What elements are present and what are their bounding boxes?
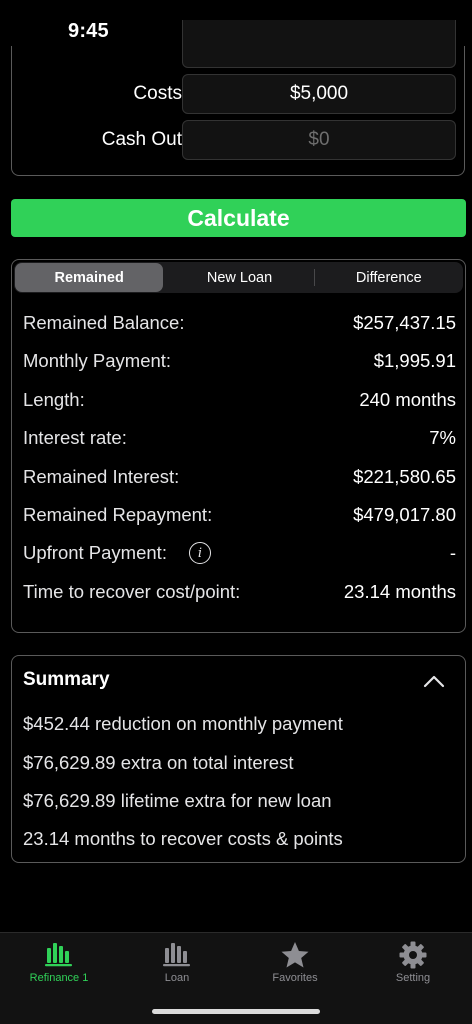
chevron-up-icon[interactable] (421, 670, 447, 692)
result-label: Remained Balance: (23, 312, 185, 333)
summary-line: 23.14 months to recover costs & points (23, 828, 343, 849)
result-label: Remained Repayment: (23, 504, 213, 525)
result-value: 240 months (359, 389, 456, 410)
cash-out-row: Cash Out (12, 120, 466, 162)
calculate-button[interactable]: Calculate (11, 199, 466, 237)
result-row: Length: 240 months (23, 385, 456, 415)
tab-label: Setting (395, 972, 431, 984)
result-value: $221,580.65 (353, 466, 456, 487)
costs-row: Costs (12, 74, 466, 116)
segment-remained[interactable]: Remained (15, 263, 164, 292)
tab-label: Loan (164, 972, 190, 984)
result-row-upfront: Upfront Payment: i - (23, 538, 456, 568)
summary-line: $452.44 reduction on monthly payment (23, 713, 343, 734)
costs-label: Costs (133, 83, 182, 104)
summary-line: $76,629.89 lifetime extra for new loan (23, 790, 332, 811)
cash-out-input[interactable] (182, 120, 456, 160)
loan-inputs-card: Costs Cash Out (11, 20, 466, 176)
segment-difference[interactable]: Difference (315, 262, 463, 293)
result-value: $257,437.15 (353, 312, 456, 333)
tab-refinance[interactable]: Refinance 1 (0, 941, 118, 991)
result-row: Monthly Payment: $1,995.91 (23, 346, 456, 376)
summary-card: Summary $452.44 reduction on monthly pay… (11, 655, 466, 863)
tab-label: Favorites (272, 972, 318, 984)
bar-chart-icon (45, 943, 72, 967)
result-label: Monthly Payment: (23, 350, 172, 371)
star-icon (281, 942, 309, 968)
result-value: 23.14 months (343, 581, 456, 602)
result-row: Interest rate: 7% (23, 423, 456, 453)
result-label: Upfront Payment: (23, 542, 167, 563)
tab-loan[interactable]: Loan (118, 941, 236, 991)
summary-title: Summary (23, 669, 110, 690)
result-row: Remained Repayment: $479,017.80 (23, 500, 456, 530)
result-value: 7% (429, 427, 456, 448)
scrolled-input-field[interactable] (182, 20, 456, 68)
bar-chart-icon (163, 943, 190, 967)
result-value: - (449, 542, 456, 563)
result-label: Length: (23, 389, 85, 410)
summary-line: $76,629.89 extra on total interest (23, 752, 294, 773)
result-label: Remained Interest: (23, 466, 180, 487)
results-segmented-control: Remained New Loan Difference (14, 262, 463, 293)
result-row: Time to recover cost/point: 23.14 months (23, 577, 456, 607)
info-icon[interactable]: i (188, 542, 211, 564)
results-card: Remained New Loan Difference Remained Ba… (11, 259, 466, 633)
tab-favorites[interactable]: Favorites (236, 941, 354, 991)
upfront-label-wrap: Upfront Payment: i (23, 542, 211, 564)
status-time: 9:45 (68, 20, 109, 42)
result-row: Remained Interest: $221,580.65 (23, 462, 456, 492)
result-value: $1,995.91 (373, 350, 456, 371)
gear-icon (399, 941, 427, 969)
result-row: Remained Balance: $257,437.15 (23, 308, 456, 338)
result-label: Time to recover cost/point: (23, 581, 241, 602)
home-indicator (152, 1009, 320, 1014)
costs-input[interactable] (182, 74, 456, 114)
result-label: Interest rate: (23, 427, 127, 448)
result-value: $479,017.80 (353, 504, 456, 525)
tab-setting[interactable]: Setting (354, 941, 472, 991)
segment-new-loan[interactable]: New Loan (165, 262, 313, 293)
tab-label: Refinance 1 (29, 972, 89, 984)
cash-out-label: Cash Out (101, 129, 182, 150)
